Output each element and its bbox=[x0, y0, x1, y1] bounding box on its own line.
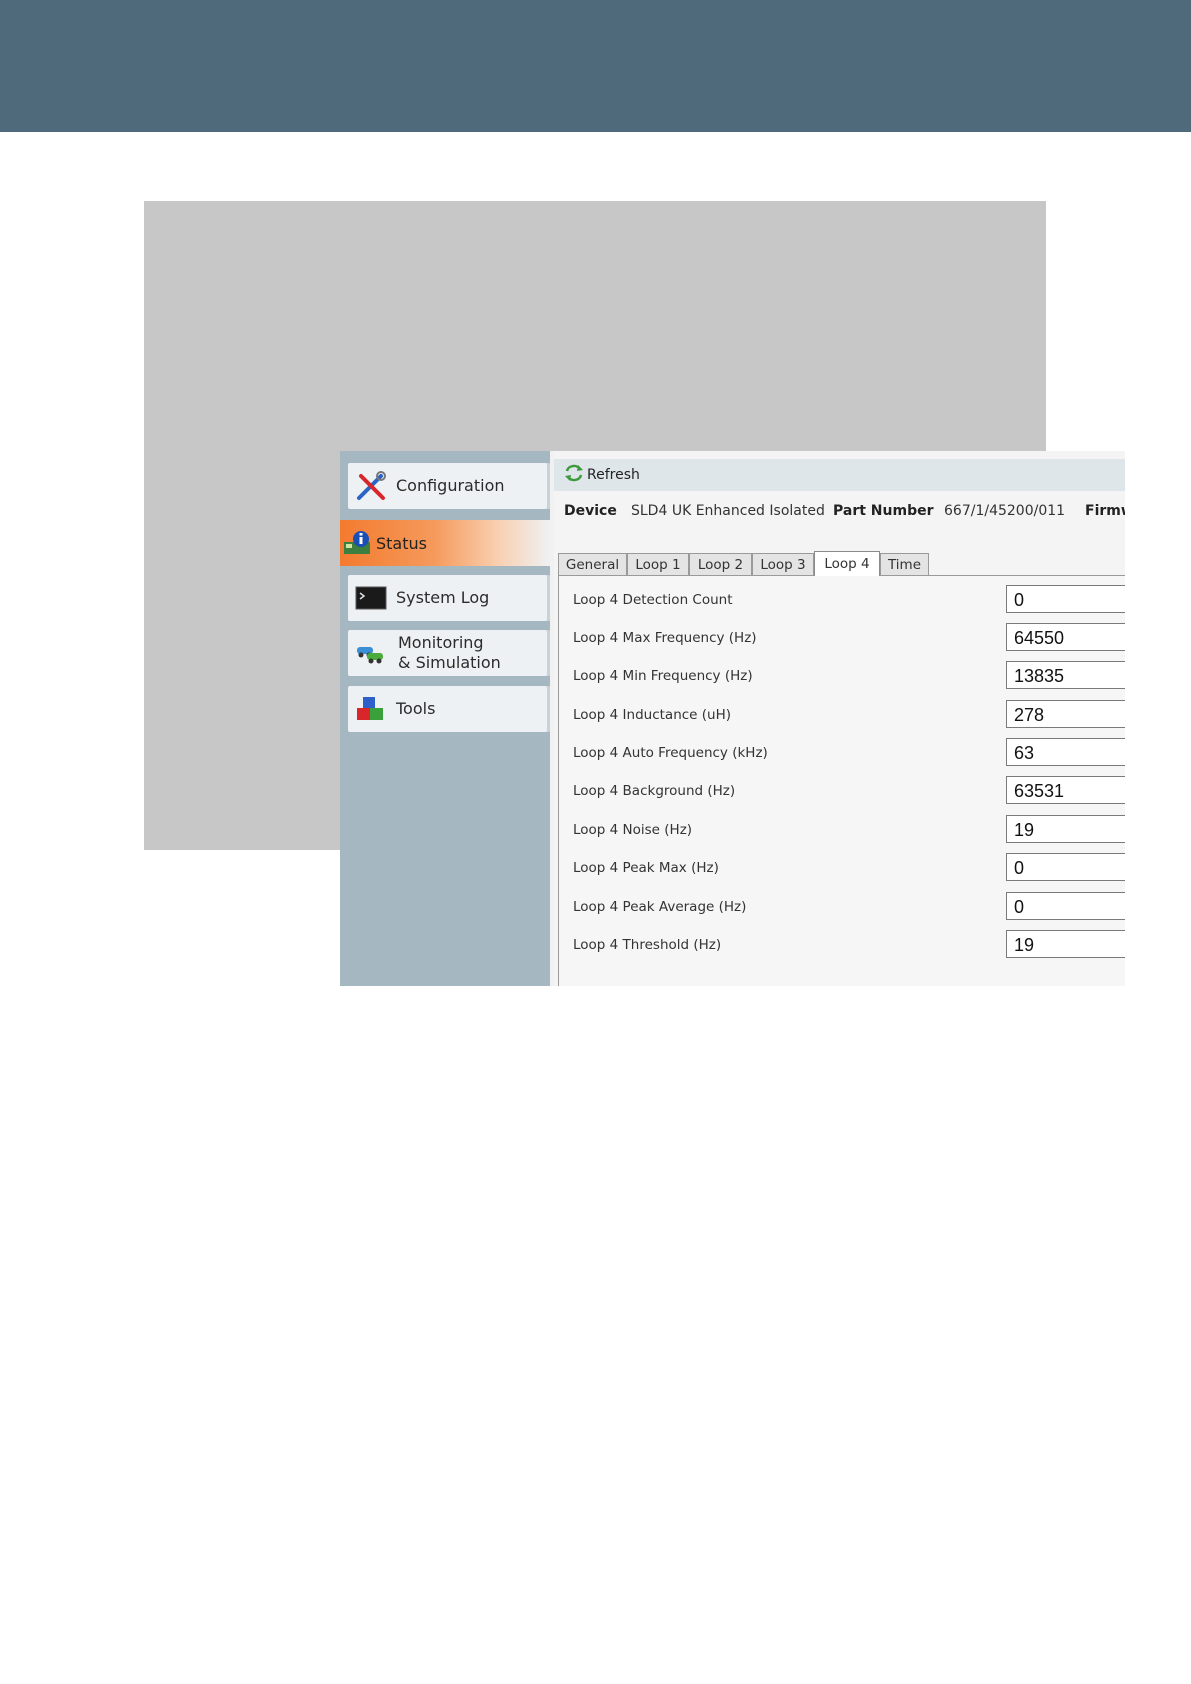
detection-count-field[interactable]: 0 bbox=[1006, 585, 1125, 613]
field-row: Loop 4 Peak Max (Hz) 0 bbox=[559, 853, 1125, 883]
max-frequency-field[interactable]: 64550 bbox=[1006, 623, 1125, 651]
screenshot-frame: Configuration Status System Log Monitori… bbox=[144, 201, 1125, 986]
field-row: Loop 4 Background (Hz) 63531 bbox=[559, 776, 1125, 806]
sidebar-item-label: Configuration bbox=[396, 476, 505, 495]
field-row: Loop 4 Detection Count 0 bbox=[559, 585, 1125, 615]
tools-cross-icon bbox=[354, 469, 388, 503]
header-banner bbox=[0, 0, 1191, 132]
field-label: Loop 4 Inductance (uH) bbox=[573, 707, 732, 723]
field-row: Loop 4 Threshold (Hz) 19 bbox=[559, 930, 1125, 960]
tab-loop-3[interactable]: Loop 3 bbox=[752, 553, 814, 575]
sidebar-item-tools[interactable]: Tools bbox=[348, 686, 550, 732]
refresh-label: Refresh bbox=[587, 467, 640, 483]
part-number-value: 667/1/45200/011 bbox=[944, 503, 1066, 519]
peak-average-field[interactable]: 0 bbox=[1006, 892, 1125, 920]
peak-max-field[interactable]: 0 bbox=[1006, 853, 1125, 881]
tab-loop-2[interactable]: Loop 2 bbox=[689, 553, 752, 575]
field-label: Loop 4 Noise (Hz) bbox=[573, 822, 693, 838]
sidebar-item-label: Monitoring & Simulation bbox=[398, 633, 501, 673]
noise-field[interactable]: 19 bbox=[1006, 815, 1125, 843]
device-value: SLD4 UK Enhanced Isolated bbox=[631, 503, 825, 519]
field-label: Loop 4 Auto Frequency (kHz) bbox=[573, 745, 768, 761]
threshold-field[interactable]: 19 bbox=[1006, 930, 1125, 958]
main-content: Refresh Device SLD4 UK Enhanced Isolated… bbox=[554, 451, 1125, 986]
sidebar: Configuration Status System Log Monitori… bbox=[340, 451, 550, 986]
field-label: Loop 4 Background (Hz) bbox=[573, 783, 736, 799]
auto-frequency-field[interactable]: 63 bbox=[1006, 738, 1125, 766]
status-info-icon bbox=[342, 528, 372, 558]
app-window: Configuration Status System Log Monitori… bbox=[340, 451, 1125, 986]
field-label: Loop 4 Min Frequency (Hz) bbox=[573, 668, 753, 684]
sidebar-item-status[interactable]: Status bbox=[340, 520, 550, 566]
sidebar-item-configuration[interactable]: Configuration bbox=[348, 463, 550, 509]
tab-loop-4[interactable]: Loop 4 bbox=[814, 551, 880, 576]
field-label: Loop 4 Detection Count bbox=[573, 592, 733, 608]
blocks-icon bbox=[354, 692, 388, 726]
refresh-icon bbox=[564, 464, 584, 486]
sidebar-item-system-log[interactable]: System Log bbox=[348, 575, 550, 621]
field-label: Loop 4 Peak Max (Hz) bbox=[573, 860, 719, 876]
sidebar-item-label: System Log bbox=[396, 588, 490, 607]
field-row: Loop 4 Inductance (uH) 278 bbox=[559, 700, 1125, 730]
sidebar-item-monitoring-simulation[interactable]: Monitoring & Simulation bbox=[348, 630, 550, 676]
part-number-label: Part Number bbox=[833, 503, 934, 519]
tab-bar: General Loop 1 Loop 2 Loop 3 Loop 4 Time bbox=[558, 551, 1125, 576]
field-label: Loop 4 Max Frequency (Hz) bbox=[573, 630, 757, 646]
field-row: Loop 4 Peak Average (Hz) 0 bbox=[559, 892, 1125, 922]
field-row: Loop 4 Noise (Hz) 19 bbox=[559, 815, 1125, 845]
min-frequency-field[interactable]: 13835 bbox=[1006, 661, 1125, 689]
device-info: Device SLD4 UK Enhanced Isolated Part Nu… bbox=[554, 503, 1125, 527]
field-row: Loop 4 Max Frequency (Hz) 64550 bbox=[559, 623, 1125, 653]
refresh-button[interactable]: Refresh bbox=[564, 464, 640, 486]
sidebar-item-label-line2: & Simulation bbox=[398, 653, 501, 672]
device-label: Device bbox=[564, 503, 617, 519]
terminal-icon bbox=[354, 581, 388, 615]
tab-loop-1[interactable]: Loop 1 bbox=[627, 553, 689, 575]
background-field[interactable]: 63531 bbox=[1006, 776, 1125, 804]
field-label: Loop 4 Peak Average (Hz) bbox=[573, 899, 747, 915]
field-row: Loop 4 Min Frequency (Hz) 13835 bbox=[559, 661, 1125, 691]
inductance-field[interactable]: 278 bbox=[1006, 700, 1125, 728]
field-label: Loop 4 Threshold (Hz) bbox=[573, 937, 722, 953]
tab-time[interactable]: Time bbox=[880, 553, 929, 575]
tab-general[interactable]: General bbox=[558, 553, 627, 575]
cars-icon bbox=[354, 636, 388, 670]
sidebar-item-label: Status bbox=[376, 533, 427, 553]
firmware-label: Firmw bbox=[1085, 503, 1125, 519]
sidebar-item-label-line1: Monitoring bbox=[398, 633, 484, 652]
field-row: Loop 4 Auto Frequency (kHz) 63 bbox=[559, 738, 1125, 768]
sidebar-item-label: Tools bbox=[396, 699, 436, 718]
toolbar: Refresh bbox=[554, 459, 1125, 491]
loop-4-panel: Loop 4 Detection Count 0 Loop 4 Max Freq… bbox=[558, 575, 1125, 986]
